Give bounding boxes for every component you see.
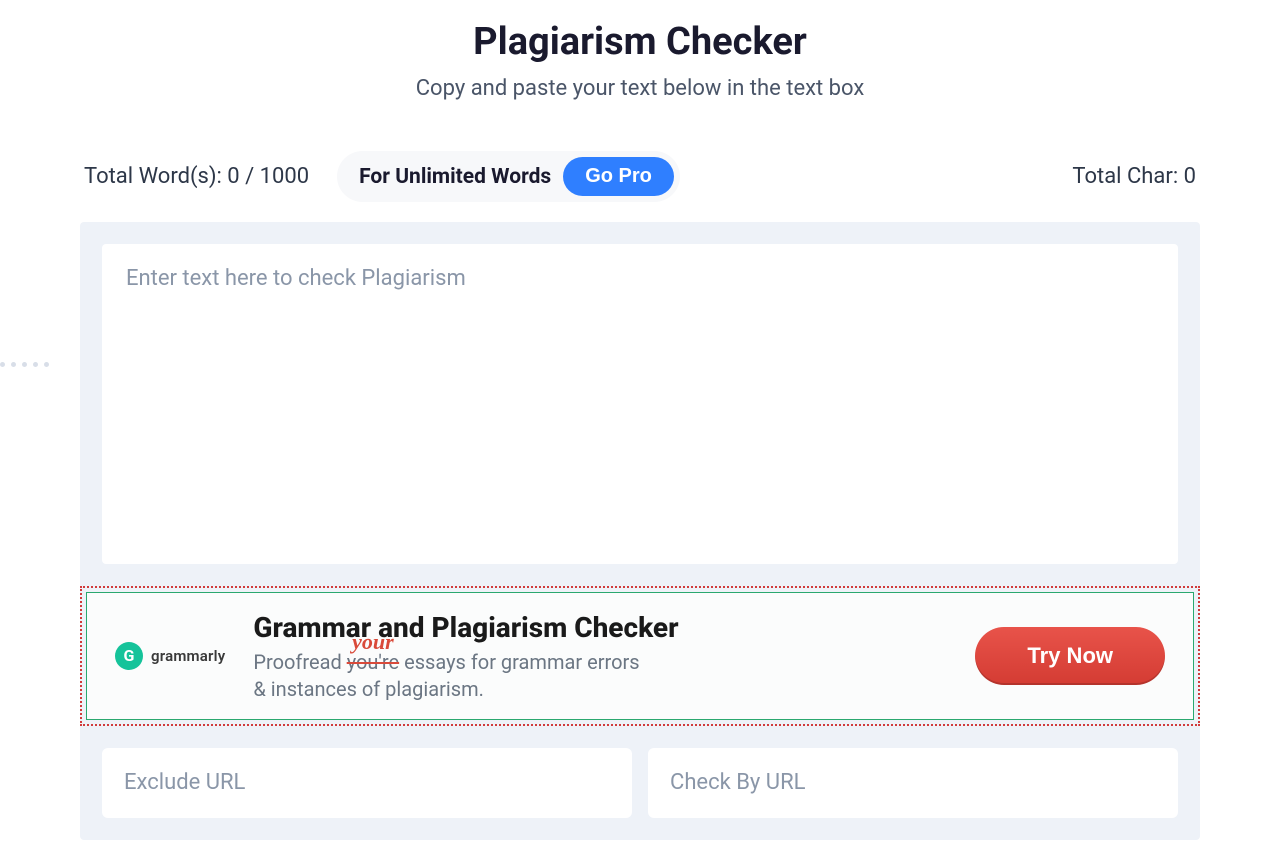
ad-line2: & instances of plagiarism. (253, 677, 484, 701)
ad-brand-name: grammarly (151, 647, 225, 665)
try-now-button[interactable]: Try Now (975, 627, 1165, 685)
ad-subtext: Proofread you'reyour essays for grammar … (253, 649, 947, 703)
unlimited-words-text: For Unlimited Words (359, 165, 551, 189)
main-container: Plagiarism Checker Copy and paste your t… (0, 0, 1280, 840)
ad-logo: G grammarly (115, 642, 225, 670)
char-count-label: Total Char: 0 (1072, 164, 1196, 189)
ad-strike-word: you'reyour (347, 649, 399, 676)
ad-correction-word: your (352, 627, 394, 657)
decorative-dots (0, 362, 49, 367)
url-inputs-row (102, 748, 1178, 840)
ad-line1-after: essays for grammar errors (399, 650, 639, 674)
check-by-url-input[interactable] (648, 748, 1178, 818)
ad-banner-wrapper: G grammarly Grammar and Plagiarism Check… (80, 586, 1200, 726)
go-pro-button[interactable]: Go Pro (563, 157, 674, 196)
ad-line1-before: Proofread (253, 650, 346, 674)
grammarly-icon: G (115, 642, 143, 670)
editor-panel: G grammarly Grammar and Plagiarism Check… (80, 222, 1200, 840)
pro-pill: For Unlimited Words Go Pro (337, 151, 680, 202)
stats-left: Total Word(s): 0 / 1000 For Unlimited Wo… (84, 151, 680, 202)
page-title: Plagiarism Checker (80, 20, 1200, 64)
page-subtitle: Copy and paste your text below in the te… (80, 76, 1200, 101)
ad-banner[interactable]: G grammarly Grammar and Plagiarism Check… (86, 592, 1194, 720)
stats-row: Total Word(s): 0 / 1000 For Unlimited Wo… (80, 151, 1200, 202)
word-count-label: Total Word(s): 0 / 1000 (84, 164, 309, 189)
ad-copy: Grammar and Plagiarism Checker Proofread… (253, 609, 947, 703)
plagiarism-text-input[interactable] (102, 244, 1178, 564)
exclude-url-input[interactable] (102, 748, 632, 818)
